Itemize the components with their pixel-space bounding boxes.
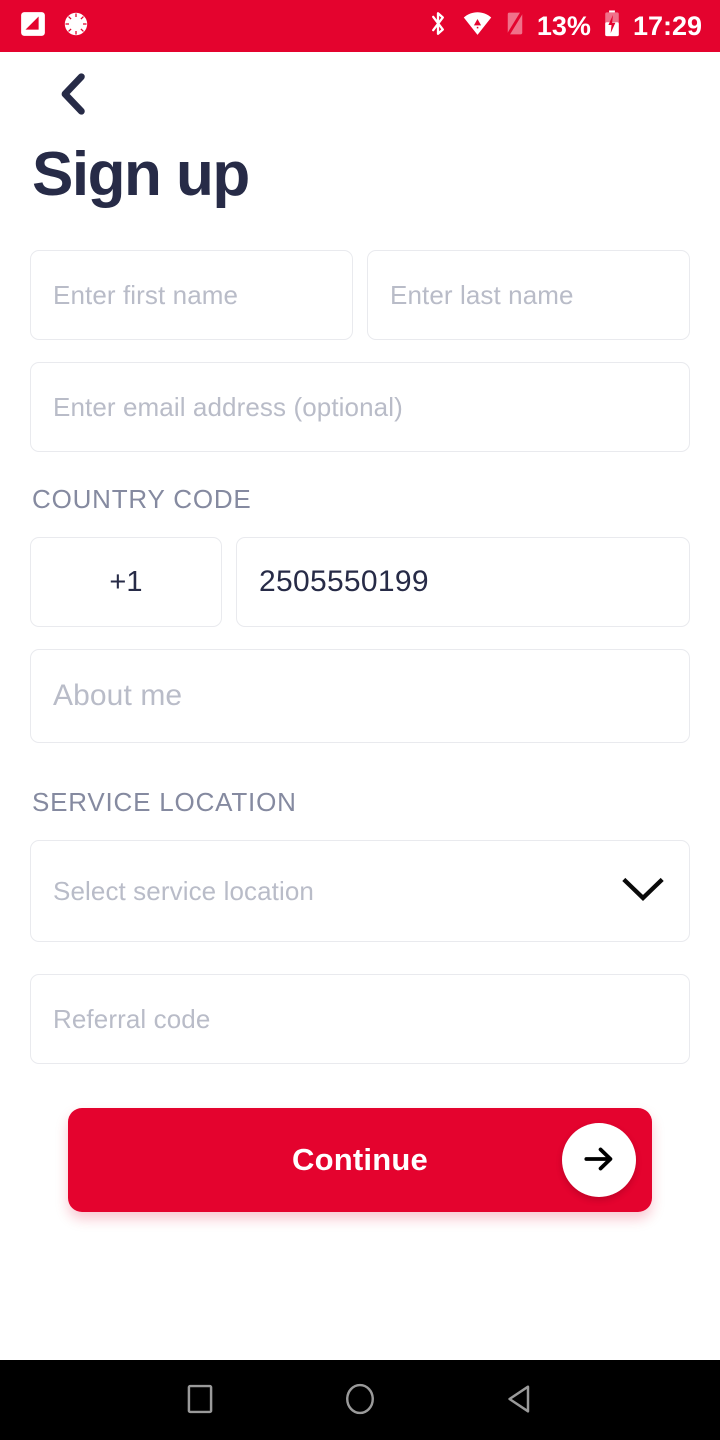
referral-code-input[interactable]: Referral code	[30, 974, 690, 1064]
triangle-back-icon	[505, 1383, 535, 1418]
signup-screen: 13% 17:29 Sign up Enter first name Enter…	[0, 0, 720, 1440]
last-name-placeholder: Enter last name	[390, 279, 574, 310]
service-location-label: SERVICE LOCATION	[32, 787, 297, 817]
nav-back-button[interactable]	[485, 1365, 555, 1435]
main-content: Sign up Enter first name Enter last name…	[0, 52, 720, 1360]
email-input[interactable]: Enter email address (optional)	[30, 362, 690, 452]
last-name-input[interactable]: Enter last name	[367, 250, 690, 340]
country-code-select[interactable]: +1	[30, 537, 222, 627]
battery-percent-text: 13%	[536, 10, 591, 41]
first-name-input[interactable]: Enter first name	[30, 250, 353, 340]
status-bar: 13% 17:29	[0, 0, 720, 52]
nav-home-button[interactable]	[325, 1365, 395, 1435]
wifi-warning-icon	[462, 9, 493, 43]
about-me-placeholder: About me	[53, 679, 183, 712]
continue-arrow-button[interactable]	[562, 1123, 636, 1197]
page-title: Sign up	[32, 140, 250, 209]
phone-row: +1 2505550199	[30, 537, 690, 627]
clock-time-text: 17:29	[632, 10, 702, 41]
note-document-icon	[18, 9, 48, 44]
name-row: Enter first name Enter last name	[30, 250, 690, 340]
nav-recents-button[interactable]	[165, 1365, 235, 1435]
continue-button[interactable]: Continue	[68, 1108, 652, 1212]
country-code-label: COUNTRY CODE	[32, 484, 252, 514]
android-nav-bar	[0, 1360, 720, 1440]
battery-charging-icon	[602, 9, 622, 43]
referral-code-placeholder: Referral code	[53, 1003, 211, 1034]
chevron-left-icon	[54, 71, 94, 120]
about-me-input[interactable]: About me	[30, 649, 690, 743]
first-name-placeholder: Enter first name	[53, 279, 239, 310]
chevron-down-icon	[619, 874, 667, 909]
alarm-clock-icon	[62, 10, 90, 43]
status-bar-left-icons	[18, 9, 90, 44]
back-button[interactable]	[46, 67, 102, 123]
circle-home-icon	[344, 1382, 376, 1419]
email-placeholder: Enter email address (optional)	[53, 391, 403, 422]
service-location-select[interactable]: Select service location	[30, 840, 690, 942]
phone-number-input[interactable]: 2505550199	[236, 537, 690, 627]
country-code-value: +1	[109, 565, 143, 598]
continue-button-label: Continue	[292, 1142, 428, 1177]
top-bar	[30, 52, 690, 138]
arrow-right-icon	[580, 1140, 618, 1181]
bluetooth-icon	[425, 9, 451, 43]
phone-number-value: 2505550199	[259, 565, 429, 598]
status-bar-right-icons: 13% 17:29	[425, 9, 702, 43]
continue-button-wrapper: Continue	[30, 1108, 690, 1212]
service-location-placeholder: Select service location	[53, 875, 314, 906]
no-signal-icon	[504, 9, 526, 43]
square-recents-icon	[186, 1383, 214, 1418]
